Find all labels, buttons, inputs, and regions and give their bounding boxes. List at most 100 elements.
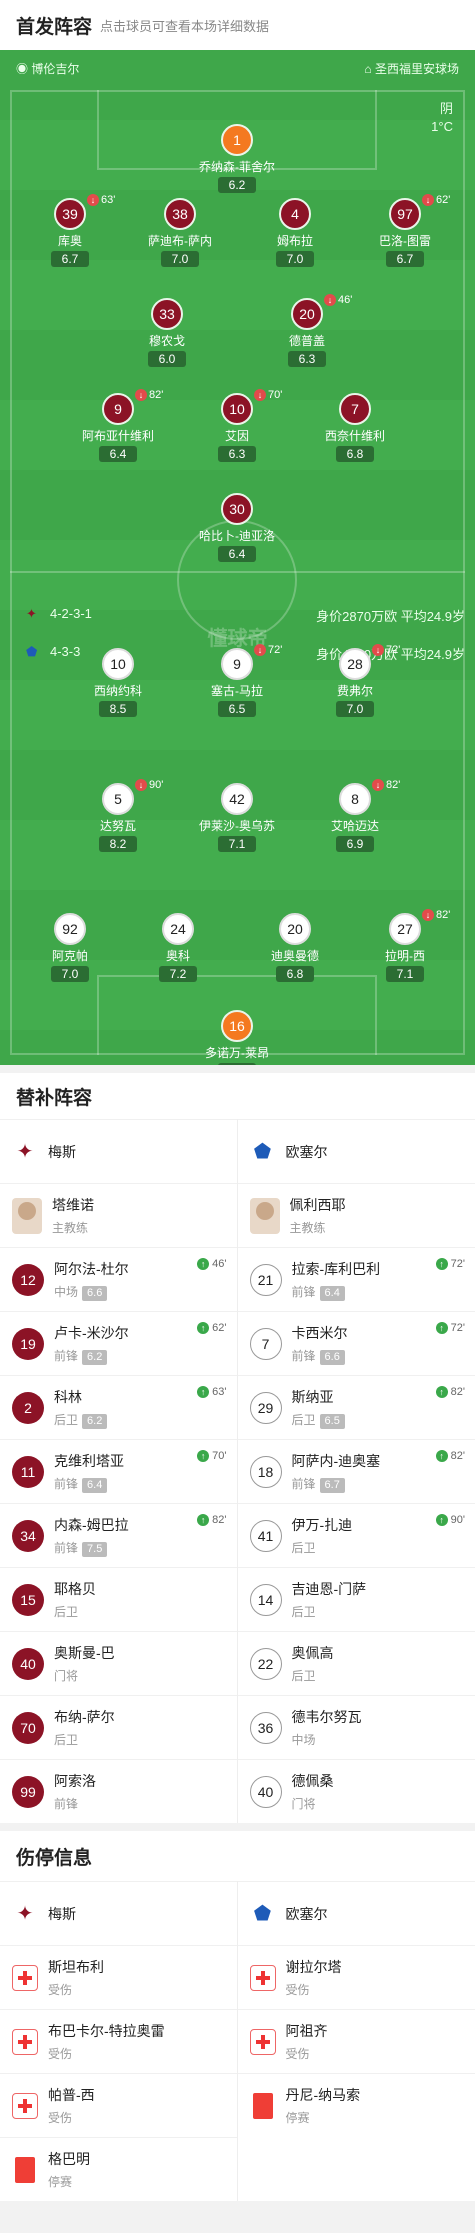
sub-event: ↓ 63' — [87, 194, 115, 206]
sub-on-icon: ↑ — [197, 1450, 210, 1462]
home-injuries: ✦ 梅斯 斯坦布利 受伤 布巴卡尔-特拉奥雷 受伤 帕普-西 受伤 格巴明 停赛 — [0, 1881, 238, 2201]
jersey-number: 10 — [221, 393, 253, 425]
sub-player[interactable]: 7 卡西米尔 前锋 6.6 ↑ 72' — [237, 1311, 475, 1375]
injury-item[interactable]: 谢拉尔塔 受伤 — [237, 1945, 475, 2009]
player-position: 后卫 — [291, 1541, 316, 1555]
player-name: 阿尔法-杜尔 — [54, 1260, 129, 1277]
sub-player[interactable]: 12 阿尔法-杜尔 中场 6.6 ↑ 46' — [0, 1247, 237, 1311]
away-player[interactable]: 24 奥科 7.2 — [123, 913, 233, 983]
player-name: 谢拉尔塔 — [285, 1959, 342, 1975]
player-rating: 8.2 — [99, 836, 137, 852]
away-player[interactable]: 42 伊莱沙-奥乌苏 7.1 — [182, 783, 292, 853]
away-coach[interactable]: 佩利西耶 主教练 — [237, 1183, 475, 1247]
player-name: 萨迪布-萨内 — [148, 234, 212, 248]
sub-off-icon: ↓ — [254, 644, 266, 656]
away-player[interactable]: 10 西纳约科 8.5 — [63, 648, 173, 718]
player-name: 巴洛-图雷 — [379, 234, 431, 248]
home-coach[interactable]: 塔维诺 主教练 — [0, 1183, 237, 1247]
away-player[interactable]: 92 阿克帕 7.0 — [15, 913, 125, 983]
sub-player[interactable]: 29 斯纳亚 后卫 6.5 ↑ 82' — [237, 1375, 475, 1439]
player-name: 科林 — [54, 1388, 82, 1405]
away-player[interactable]: 9 ↓ 72' 塞古-马拉 6.5 — [182, 644, 292, 718]
player-position: 中场 — [291, 1733, 316, 1747]
sub-off-icon: ↓ — [87, 194, 99, 206]
away-player[interactable]: 5 ↓ 90' 达努瓦 8.2 — [63, 779, 173, 853]
sub-player[interactable]: 11 克维利塔亚 前锋 6.4 ↑ 70' — [0, 1439, 237, 1503]
injury-item[interactable]: 丹尼-纳马索 停赛 — [237, 2073, 475, 2137]
sub-player[interactable]: 41 伊万-扎迪 后卫 ↑ 90' — [237, 1503, 475, 1567]
away-player[interactable]: 28 ↓ 72' 费弗尔 7.0 — [300, 644, 410, 718]
sub-event: ↑ 82' — [435, 1450, 465, 1462]
away-player[interactable]: 8 ↓ 82' 艾哈迈达 6.9 — [300, 779, 410, 853]
sub-player[interactable]: 99 阿索洛 前锋 — [0, 1759, 237, 1823]
home-player[interactable]: 20 ↓ 46' 德普盖 6.3 — [252, 294, 362, 368]
player-name: 斯纳亚 — [291, 1388, 334, 1405]
player-position: 前锋 — [54, 1348, 79, 1363]
jersey-number: 30 — [221, 493, 253, 525]
sub-player[interactable]: 2 科林 后卫 6.2 ↑ 63' — [0, 1375, 237, 1439]
jersey-number: 9 — [102, 393, 134, 425]
player-name: 耶格贝 — [54, 1581, 96, 1597]
jersey-number: 70 — [12, 1711, 44, 1744]
away-player[interactable]: 27 ↓ 82' 拉明-西 7.1 — [350, 909, 460, 983]
sub-on-icon: ↑ — [435, 1258, 448, 1270]
sub-player[interactable]: 40 德佩桑 门将 — [237, 1759, 475, 1823]
weather: 阴 1°C — [431, 101, 453, 134]
sub-player[interactable]: 36 德韦尔努瓦 中场 — [237, 1695, 475, 1759]
home-player[interactable]: 4 姆布拉 7.0 — [240, 198, 350, 268]
metz-logo-icon: ✦ — [26, 606, 37, 621]
sub-player[interactable]: 19 卢卡-米沙尔 前锋 6.2 ↑ 62' — [0, 1311, 237, 1375]
home-player[interactable]: 33 穆农戈 6.0 — [112, 298, 222, 368]
sub-event: ↓ 72' — [372, 644, 400, 656]
injury-item[interactable]: 阿祖齐 受伤 — [237, 2009, 475, 2073]
player-name: 伊万-扎迪 — [291, 1517, 353, 1533]
sub-player[interactable]: 18 阿萨内-迪奥塞 前锋 6.7 ↑ 82' — [237, 1439, 475, 1503]
injury-item[interactable]: 布巴卡尔-特拉奥雷 受伤 — [0, 2009, 237, 2073]
player-position: 后卫 — [291, 1605, 316, 1619]
injury-status: 受伤 — [285, 1983, 310, 1997]
player-name: 伊莱沙-奥乌苏 — [199, 819, 275, 833]
home-player[interactable]: 30 哈比卜-迪亚洛 6.4 — [182, 493, 292, 563]
player-rating: 6.2 — [218, 177, 256, 193]
home-player[interactable]: 1 乔纳森-菲舍尔 6.2 — [182, 124, 292, 194]
injury-status: 受伤 — [48, 2111, 73, 2125]
player-name: 哈比卜-迪亚洛 — [199, 529, 275, 543]
whistle-icon: ◉ — [16, 62, 32, 76]
injury-status: 停赛 — [285, 2111, 310, 2125]
sub-player[interactable]: 34 内森-姆巴拉 前锋 7.5 ↑ 82' — [0, 1503, 237, 1567]
home-player[interactable]: 38 萨迪布-萨内 7.0 — [125, 198, 235, 268]
sub-event: ↑ 90' — [435, 1514, 465, 1526]
lineup-title: 首发阵容 — [16, 16, 93, 38]
sub-event: ↑ 63' — [197, 1386, 227, 1398]
jersey-number: 5 — [102, 783, 134, 815]
player-rating: 6.6 — [319, 1349, 345, 1365]
sub-player[interactable]: 21 拉索-库利巴利 前锋 6.4 ↑ 72' — [237, 1247, 475, 1311]
injury-item[interactable]: 格巴明 停赛 — [0, 2137, 237, 2201]
jersey-number: 14 — [249, 1583, 282, 1616]
sub-on-icon: ↑ — [197, 1258, 210, 1270]
injury-item[interactable]: 帕普-西 受伤 — [0, 2073, 237, 2137]
auxerre-logo-icon: ⬟ — [253, 1903, 272, 1925]
away-player[interactable]: 20 迪奥曼德 6.8 — [240, 913, 350, 983]
sub-player[interactable]: 40 奥斯曼-巴 门将 — [0, 1631, 237, 1695]
home-player[interactable]: 97 ↓ 62' 巴洛-图雷 6.7 — [350, 194, 460, 268]
home-player[interactable]: 9 ↓ 82' 阿布亚什维利 6.4 — [63, 389, 173, 463]
away-player[interactable]: 16 多诺万-莱昂 7.2 — [182, 1010, 292, 1065]
player-rating: 6.8 — [276, 966, 314, 982]
home-player[interactable]: 10 ↓ 70' 艾因 6.3 — [182, 389, 292, 463]
injury-status: 受伤 — [48, 2047, 73, 2061]
metz-logo-icon: ✦ — [16, 1903, 34, 1925]
sub-player[interactable]: 70 布纳-萨尔 后卫 — [0, 1695, 237, 1759]
sub-player[interactable]: 15 耶格贝 后卫 — [0, 1567, 237, 1631]
sub-on-icon: ↑ — [197, 1386, 210, 1398]
home-player[interactable]: 7 西奈什维利 6.8 — [300, 393, 410, 463]
sub-on-icon: ↑ — [197, 1322, 210, 1334]
jersey-number: 40 — [249, 1775, 282, 1808]
player-rating: 6.4 — [218, 546, 256, 562]
sub-player[interactable]: 14 吉迪恩-门萨 后卫 — [237, 1567, 475, 1631]
sub-player[interactable]: 22 奥佩高 后卫 — [237, 1631, 475, 1695]
player-rating: 7.5 — [82, 1541, 108, 1557]
injury-item[interactable]: 斯坦布利 受伤 — [0, 1945, 237, 2009]
sub-event: ↑ 70' — [197, 1450, 227, 1462]
home-player[interactable]: 39 ↓ 63' 库奥 6.7 — [15, 194, 125, 268]
